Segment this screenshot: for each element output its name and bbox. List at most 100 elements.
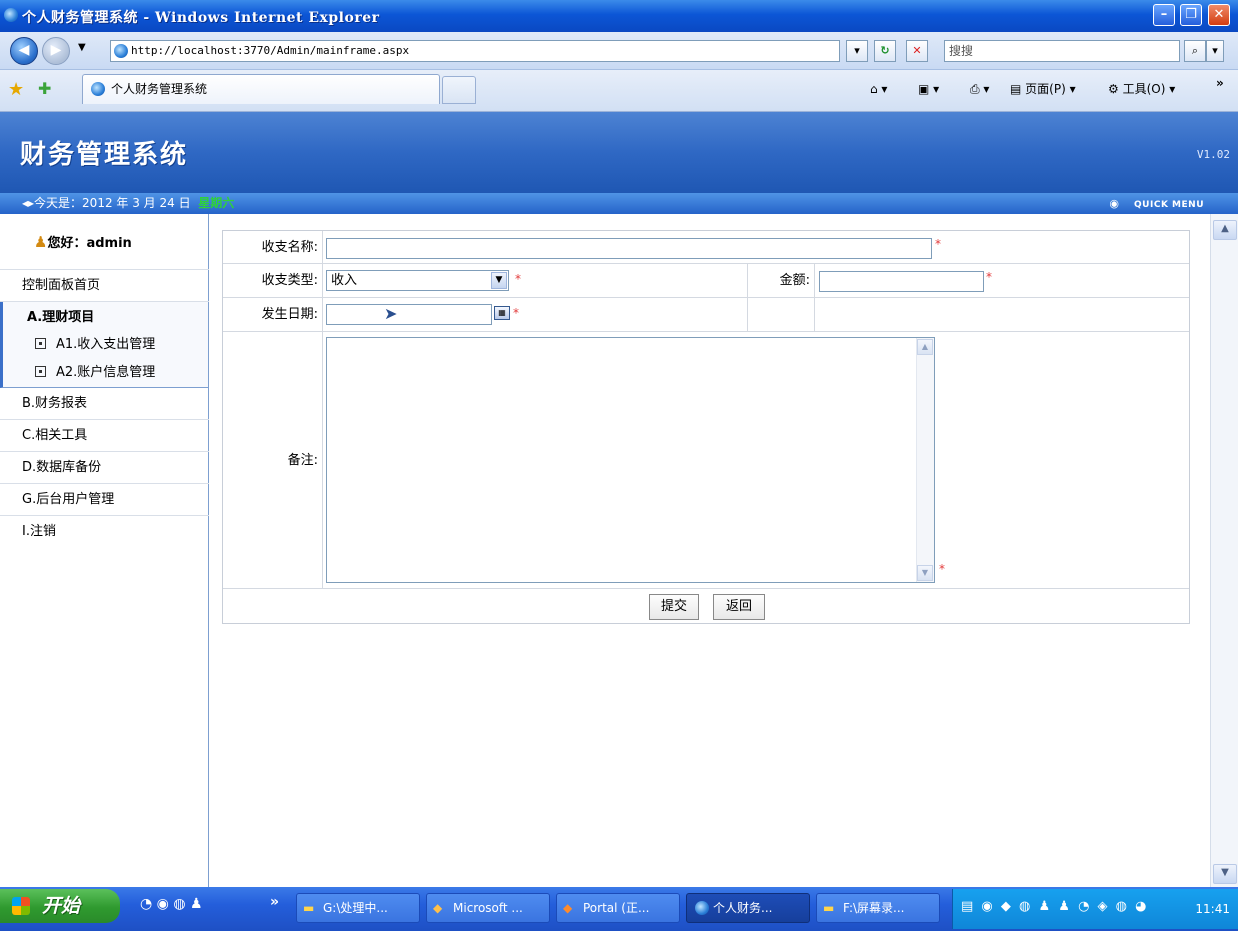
search-icon[interactable]: ⌕ — [1184, 40, 1206, 62]
tab-current[interactable]: 个人财务管理系统 — [82, 74, 440, 104]
sidebar-item-account-info[interactable]: A2.账户信息管理 — [35, 360, 155, 386]
app-icon: ◆ — [433, 901, 443, 915]
sidebar-item-user-admin[interactable]: G.后台用户管理 — [0, 484, 209, 516]
name-input[interactable] — [326, 238, 932, 259]
forward-icon[interactable]: ▶ — [42, 37, 70, 65]
clock: 11:41 — [1195, 902, 1230, 916]
close-icon[interactable]: ✕ — [1208, 4, 1230, 26]
quicklaunch-icons[interactable]: ◔ ◉ ◍ ♟ — [140, 896, 203, 912]
task-label: 个人财务... — [713, 901, 773, 915]
sidebar-item-reports[interactable]: B.财务报表 — [0, 388, 209, 420]
type-select[interactable]: 收入 ▼ — [326, 270, 509, 291]
print-icon[interactable]: ⎙ ▾ — [970, 78, 989, 100]
page-menu-label: 页面(P) — [1025, 82, 1066, 96]
submit-button[interactable]: 提交 — [649, 594, 699, 620]
app-title: 财务管理系统 — [20, 140, 189, 170]
address-dropdown-icon[interactable]: ▾ — [846, 40, 868, 62]
minimize-icon[interactable]: – — [1153, 4, 1175, 26]
calendar-icon[interactable]: ▦ — [494, 306, 510, 320]
sidebar-item-finance-projects[interactable]: A.理财项目 — [27, 306, 94, 330]
chevron-down-icon[interactable]: ▼ — [491, 272, 507, 289]
page-scrollbar[interactable]: ▲ ▼ — [1210, 214, 1238, 887]
user-greeting: ♟您好：admin — [0, 214, 209, 270]
page-menu-icon: ▤ — [1010, 82, 1022, 96]
sidebar-item-logout[interactable]: I.注销 — [0, 516, 209, 548]
sidebar-item-tools[interactable]: C.相关工具 — [0, 420, 209, 452]
date-label: 发生日期: — [223, 298, 323, 332]
task-folder-processing[interactable]: ▬ G:\处理中... — [296, 893, 420, 923]
name-cell: * — [323, 231, 1189, 264]
empty-cell — [748, 298, 815, 332]
income-expense-form: 收支名称: * 收支类型: 收入 ▼ * 金额: * 发生日期: ▦ * 备注:… — [222, 230, 1190, 624]
task-portal[interactable]: ◆ Portal (正... — [556, 893, 680, 923]
windows-logo-icon — [12, 897, 30, 915]
address-text: http://localhost:3770/Admin/mainframe.as… — [131, 44, 410, 57]
amount-label: 金额: — [748, 264, 815, 298]
feeds-icon[interactable]: ▣ ▾ — [918, 78, 939, 100]
app-version: V1.02 — [1196, 148, 1230, 161]
add-favorite-icon[interactable]: ✚ — [38, 79, 51, 98]
scroll-down-icon[interactable]: ▼ — [917, 565, 933, 581]
scroll-up-icon[interactable]: ▲ — [1213, 220, 1237, 240]
window-title-bar[interactable]: 个人财务管理系统 - Windows Internet Explorer – ❐… — [0, 0, 1238, 32]
tools-menu-label: 工具(O) — [1122, 82, 1166, 96]
account-info-label: A2.账户信息管理 — [56, 365, 156, 380]
home-icon[interactable]: ⌂ ▾ — [870, 78, 887, 100]
tab-title: 个人财务管理系统 — [111, 82, 208, 96]
required-mark: * — [939, 562, 945, 576]
scroll-up-icon[interactable]: ▲ — [917, 339, 933, 355]
required-mark: * — [515, 272, 521, 286]
favorites-star-icon[interactable]: ★ — [8, 79, 24, 100]
task-label: Microsoft ... — [453, 901, 523, 915]
quick-menu-icon: ◉ — [1109, 197, 1120, 210]
quicklaunch-more-icon[interactable]: » — [270, 894, 279, 910]
search-options-icon[interactable]: ▾ — [1206, 40, 1224, 62]
user-icon: ♟ — [34, 233, 48, 251]
required-mark: * — [986, 270, 992, 284]
amount-input[interactable] — [819, 271, 984, 292]
sidebar-item-db-backup[interactable]: D.数据库备份 — [0, 452, 209, 484]
app-icon: ◆ — [563, 901, 573, 915]
type-cell: 收入 ▼ * — [323, 264, 748, 298]
note-cell: ▲ ▼ * — [323, 332, 1189, 589]
date-text: 今天是：2012 年 3 月 24 日 — [34, 196, 191, 210]
bullet-icon — [35, 338, 46, 349]
stop-icon[interactable]: ✕ — [906, 40, 928, 62]
task-finance-ie[interactable]: 个人财务... — [686, 893, 810, 923]
toolbar-more-icon[interactable]: » — [1216, 72, 1224, 94]
task-folder-screen[interactable]: ▬ F:\屏幕录... — [816, 893, 940, 923]
date-display: ◂▸今天是：2012 年 3 月 24 日 星期六 — [22, 193, 234, 214]
note-textarea[interactable]: ▲ ▼ — [326, 337, 935, 583]
back-button[interactable]: 返回 — [713, 594, 765, 620]
date-input[interactable] — [326, 304, 492, 325]
greeting-text: 您好：admin — [47, 236, 132, 251]
task-label: Portal (正... — [583, 901, 650, 915]
new-tab-button[interactable] — [442, 76, 476, 104]
bullet-icon — [35, 366, 46, 377]
history-dropdown-icon[interactable]: ▼ — [78, 42, 86, 53]
page-menu[interactable]: ▤ 页面(P) ▾ — [1010, 78, 1076, 100]
required-mark: * — [513, 306, 519, 320]
refresh-icon[interactable]: ↻ — [874, 40, 896, 62]
search-input[interactable]: 搜搜 — [944, 40, 1180, 62]
tray-icons[interactable]: ▤ ◉ ◆ ◍ ♟ ♟ ◔ ◈ ◍ ◕ — [961, 899, 1149, 914]
start-button[interactable]: 开始 — [0, 889, 120, 923]
start-label: 开始 — [42, 895, 81, 917]
maximize-icon[interactable]: ❐ — [1180, 4, 1202, 26]
task-microsoft[interactable]: ◆ Microsoft ... — [426, 893, 550, 923]
ie-icon — [4, 8, 18, 22]
window-title: 个人财务管理系统 - Windows Internet Explorer — [22, 10, 380, 26]
quick-menu[interactable]: ◉ QUICK MENU — [1109, 193, 1204, 216]
scroll-down-icon[interactable]: ▼ — [1213, 864, 1237, 884]
sidebar-item-dashboard[interactable]: 控制面板首页 — [0, 270, 209, 302]
folder-icon: ▬ — [303, 901, 315, 915]
address-input[interactable]: http://localhost:3770/Admin/mainframe.as… — [110, 40, 840, 62]
textarea-scrollbar[interactable]: ▲ ▼ — [916, 338, 934, 582]
sidebar-group-finance: A.理财项目 A1.收入支出管理 A2.账户信息管理 — [0, 302, 209, 388]
back-icon[interactable]: ◀ — [10, 37, 38, 65]
empty-cell — [815, 298, 1189, 332]
type-select-value: 收入 — [331, 273, 358, 288]
tools-menu[interactable]: ⚙ 工具(O) ▾ — [1108, 78, 1175, 100]
sidebar-item-income-expense[interactable]: A1.收入支出管理 — [35, 332, 155, 358]
task-label: F:\屏幕录... — [843, 901, 905, 915]
